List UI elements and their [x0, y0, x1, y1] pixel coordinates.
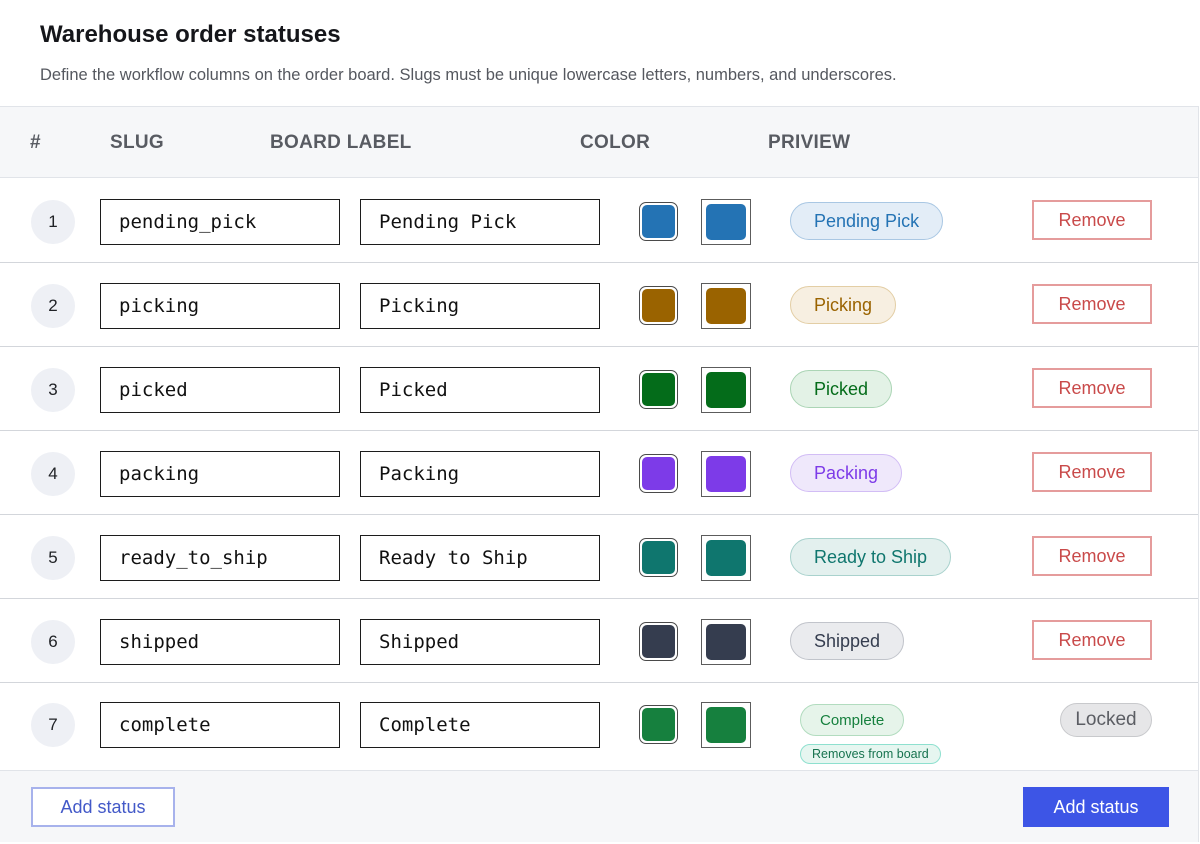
color-swatch [639, 622, 678, 661]
row-index: 2 [31, 284, 75, 328]
header-color: COLOR [580, 132, 651, 153]
table-row: 4 packing Packing Packing Remove [0, 431, 1198, 515]
color-picker[interactable] [701, 283, 751, 329]
status-table: # SLUG BOARD LABEL COLOR PRIVIEW 1 pendin… [0, 106, 1199, 842]
board-label-input[interactable]: Ready to Ship [360, 535, 600, 581]
status-preview-pill: Picked [790, 370, 893, 408]
color-swatch [639, 454, 678, 493]
board-label-input[interactable]: Complete [360, 702, 600, 748]
row-index: 3 [31, 368, 75, 412]
remove-button[interactable]: Remove [1032, 284, 1152, 324]
remove-button[interactable]: Remove [1032, 620, 1152, 660]
page-title: Warehouse order statuses [40, 21, 341, 48]
status-preview-pill: Pending Pick [790, 202, 944, 240]
remove-button[interactable]: Remove [1032, 536, 1152, 576]
color-swatch [639, 538, 678, 577]
table-row: 2 picking Picking Picking Remove [0, 263, 1198, 347]
table-row: 3 picked Picked Picked Remove [0, 347, 1198, 431]
table-row: 6 shipped Shipped Shipped Remove [0, 599, 1198, 683]
header-index: # [30, 132, 41, 153]
status-preview-pill: Ready to Ship [790, 538, 952, 576]
row-index: 1 [31, 200, 75, 244]
color-picker[interactable] [701, 199, 751, 245]
board-label-input[interactable]: Picked [360, 367, 600, 413]
slug-input[interactable]: packing [100, 451, 340, 497]
status-preview-pill: Picking [790, 286, 897, 324]
color-picker[interactable] [701, 451, 751, 497]
color-picker[interactable] [701, 619, 751, 665]
board-label-input[interactable]: Shipped [360, 619, 600, 665]
table-row: 5 ready_to_ship Ready to Ship Ready to Ship… [0, 515, 1198, 599]
table-row: 1 pending_pick Pending Pick Pending Pick Rem… [0, 179, 1198, 263]
remove-button[interactable]: Remove [1032, 452, 1152, 492]
color-swatch [639, 705, 678, 744]
row-index: 6 [31, 620, 75, 664]
color-picker[interactable] [701, 367, 751, 413]
remove-button[interactable]: Remove [1032, 368, 1152, 408]
slug-input[interactable]: picking [100, 283, 340, 329]
color-swatch [639, 370, 678, 409]
color-picker[interactable] [701, 702, 751, 748]
page-subtitle: Define the workflow columns on the order… [40, 66, 897, 84]
color-swatch [639, 202, 678, 241]
row-index: 5 [31, 536, 75, 580]
header-slug: SLUG [110, 132, 164, 153]
status-preview-pill: Shipped [790, 622, 905, 660]
slug-input[interactable]: complete [100, 702, 340, 748]
table-row: 7 complete Complete Complete Removes fro… [0, 682, 1198, 774]
status-preview-pill: Packing [790, 454, 903, 492]
board-label-input[interactable]: Picking [360, 283, 600, 329]
row-index: 4 [31, 452, 75, 496]
slug-input[interactable]: pending_pick [100, 199, 340, 245]
add-status-secondary-button[interactable]: Add status [31, 787, 175, 827]
remove-button[interactable]: Remove [1032, 200, 1152, 240]
table-footer: Add status Add status [0, 770, 1198, 842]
locked-badge: Locked [1060, 703, 1152, 737]
color-swatch [639, 286, 678, 325]
header-preview: PRIVIEW [768, 132, 851, 153]
removes-from-board-badge: Removes from board [800, 744, 941, 764]
slug-input[interactable]: picked [100, 367, 340, 413]
board-label-input[interactable]: Packing [360, 451, 600, 497]
table-header: # SLUG BOARD LABEL COLOR PRIVIEW [0, 107, 1198, 178]
status-preview-pill: Complete [800, 704, 905, 736]
color-picker[interactable] [701, 535, 751, 581]
add-status-primary-button[interactable]: Add status [1023, 787, 1169, 827]
header-board-label: BOARD LABEL [270, 132, 412, 153]
slug-input[interactable]: shipped [100, 619, 340, 665]
board-label-input[interactable]: Pending Pick [360, 199, 600, 245]
slug-input[interactable]: ready_to_ship [100, 535, 340, 581]
page-header: Warehouse order statuses Define the work… [40, 20, 1180, 86]
row-index: 7 [31, 703, 75, 747]
